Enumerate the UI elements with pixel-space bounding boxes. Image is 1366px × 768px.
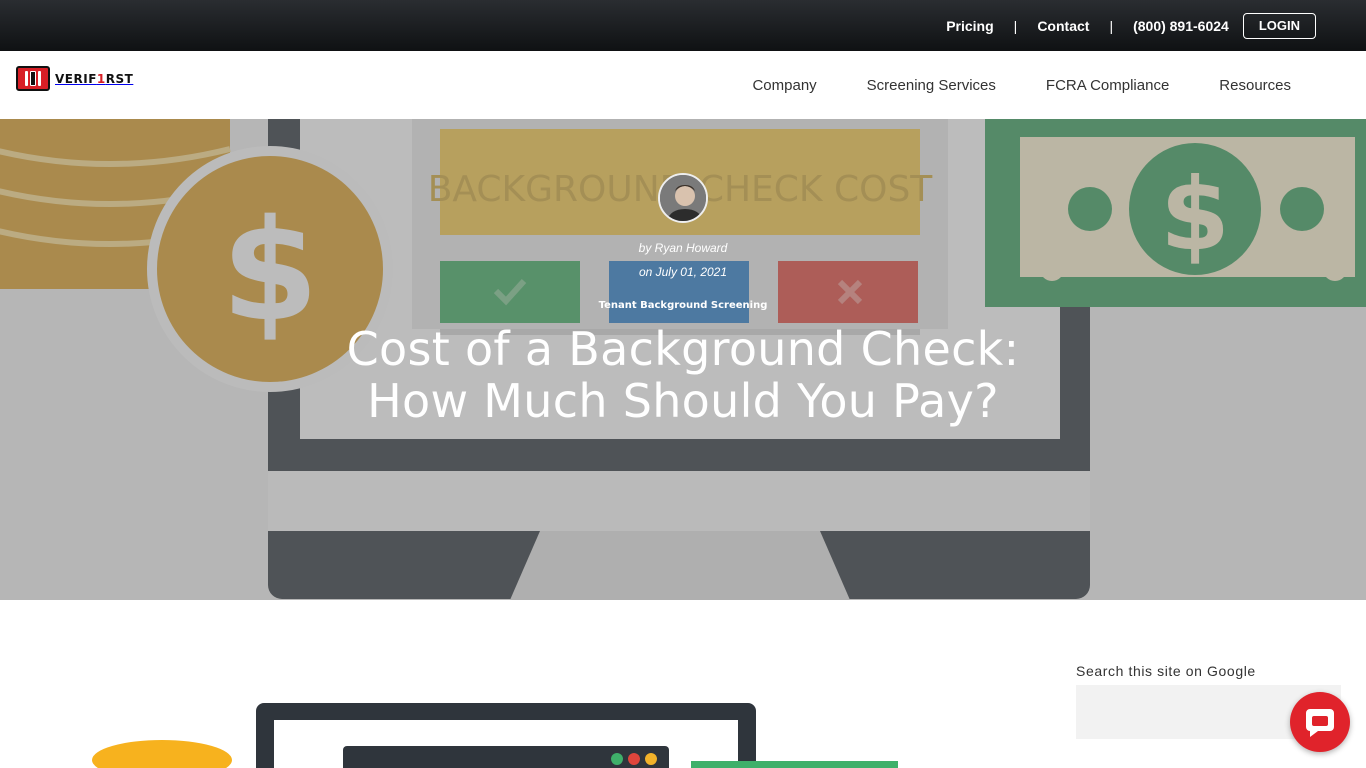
author-avatar	[658, 173, 708, 223]
title-line-2: How Much Should You Pay?	[367, 374, 999, 428]
divider: |	[1013, 17, 1018, 34]
title-line-1: Cost of a Background Check:	[346, 322, 1020, 376]
search-label: Search this site on Google	[1076, 663, 1256, 679]
article-date: on July 01, 2021	[638, 265, 728, 279]
main-header: VERIF1RST Company Screening Services FCR…	[0, 51, 1366, 119]
divider: |	[1109, 17, 1114, 34]
article-hero: BACKGROUND CHECK COST $ $ by Ryan Howard…	[0, 119, 1366, 600]
chat-bubble-icon	[1306, 709, 1334, 737]
nav-item-resources[interactable]: Resources	[1219, 77, 1291, 94]
page-title: Cost of a Background Check: How Much Sho…	[283, 323, 1083, 427]
article-category[interactable]: Tenant Background Screening	[0, 300, 1366, 311]
primary-nav: Company Screening Services FCRA Complian…	[752, 51, 1291, 119]
article-author: by Ryan Howard	[638, 241, 728, 255]
nav-item-company[interactable]: Company	[752, 77, 816, 94]
article-feature-image	[0, 600, 1040, 768]
nav-item-fcra-compliance[interactable]: FCRA Compliance	[1046, 77, 1169, 94]
nav-item-screening-services[interactable]: Screening Services	[867, 77, 996, 94]
site-logo[interactable]: VERIF1RST	[16, 66, 133, 91]
contact-link[interactable]: Contact	[1037, 18, 1089, 34]
logo-wordmark: VERIF1RST	[55, 71, 134, 86]
logo-icon	[16, 66, 50, 91]
pricing-link[interactable]: Pricing	[946, 18, 993, 34]
login-button[interactable]: LOGIN	[1242, 12, 1316, 39]
utility-bar: Pricing | Contact | (800) 891-6024 LOGIN	[0, 0, 1366, 51]
chat-widget-button[interactable]	[1290, 692, 1350, 752]
phone-link[interactable]: (800) 891-6024	[1133, 18, 1229, 34]
